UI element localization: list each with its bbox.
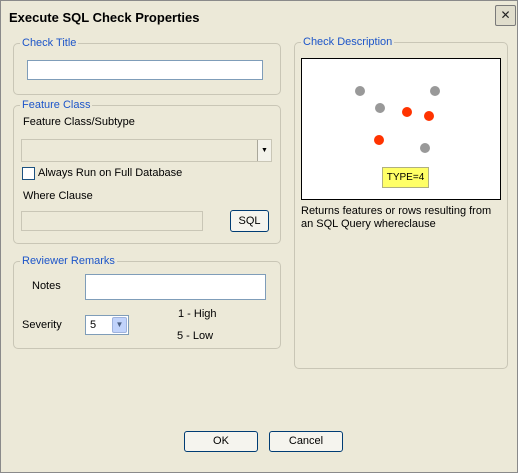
severity-low-label: 5 - Low (177, 330, 214, 342)
reviewer-remarks-legend: Reviewer Remarks (20, 255, 117, 267)
ok-button[interactable]: OK (184, 431, 258, 452)
close-icon: ✕ (500, 8, 511, 22)
feature-class-subtype-label: Feature Class/Subtype (23, 116, 135, 128)
gray-point (420, 143, 430, 153)
close-button[interactable]: ✕ (495, 5, 516, 26)
severity-select[interactable]: 5 ▼ (85, 315, 129, 335)
severity-high-label: 1 - High (178, 308, 217, 320)
title-bar: Execute SQL Check Properties ✕ (2, 2, 516, 30)
check-description-legend: Check Description (301, 36, 395, 48)
execute-sql-check-dialog: Execute SQL Check Properties ✕ Check Tit… (0, 0, 518, 473)
gray-point (355, 86, 365, 96)
check-title-input[interactable] (27, 60, 263, 80)
red-point (424, 111, 434, 121)
red-point (374, 135, 384, 145)
gray-point (430, 86, 440, 96)
cancel-button[interactable]: Cancel (269, 431, 343, 452)
check-description-illustration: TYPE=4 (301, 58, 501, 200)
red-point (402, 107, 412, 117)
always-run-checkbox[interactable] (22, 167, 35, 180)
always-run-label: Always Run on Full Database (38, 167, 183, 179)
feature-class-legend: Feature Class (20, 99, 93, 111)
gray-point (375, 103, 385, 113)
sql-button[interactable]: SQL (230, 210, 269, 232)
check-description-text: Returns features or rows resulting from … (301, 205, 492, 230)
notes-label: Notes (32, 280, 61, 292)
where-clause-input[interactable] (21, 211, 203, 231)
where-clause-label: Where Clause (23, 190, 93, 202)
type-tag: TYPE=4 (382, 167, 429, 188)
severity-value: 5 (90, 319, 97, 331)
notes-input[interactable] (85, 274, 266, 300)
chevron-down-icon[interactable]: ▼ (257, 140, 271, 161)
chevron-down-icon[interactable]: ▼ (112, 317, 127, 333)
severity-label: Severity (22, 319, 62, 331)
feature-class-subtype-dropdown[interactable]: ▼ (21, 139, 272, 162)
dialog-title: Execute SQL Check Properties (9, 10, 200, 25)
check-title-legend: Check Title (20, 37, 79, 49)
